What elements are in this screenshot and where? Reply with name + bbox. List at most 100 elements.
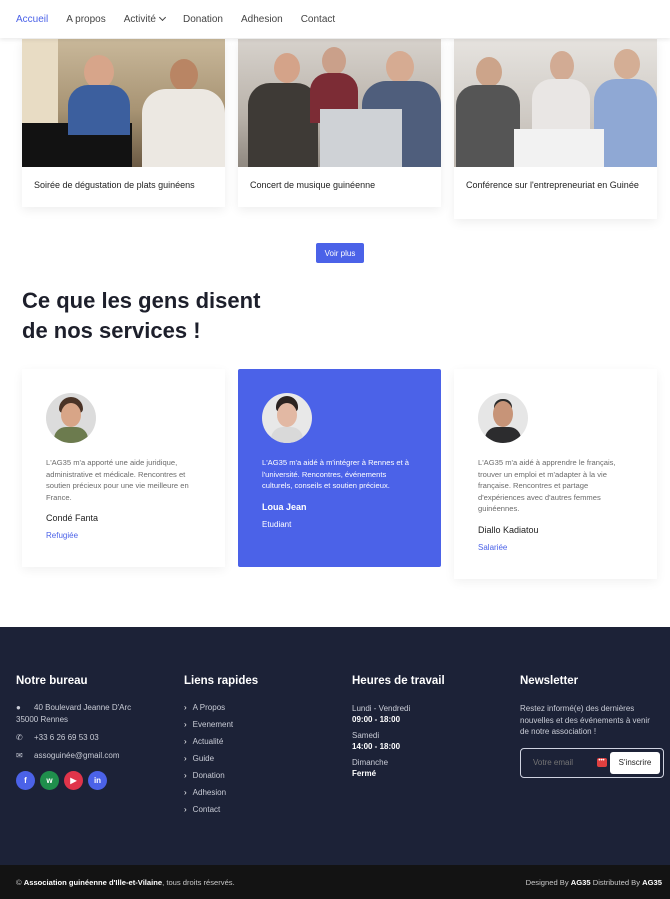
event-card[interactable]: Soirée de dégustation de plats guinéens	[22, 39, 225, 207]
avatar	[262, 393, 312, 443]
footer-link[interactable]: › Evenement	[184, 720, 258, 729]
phone-icon: ✆	[16, 733, 23, 742]
bottom-bar: © Association guinéenne d'Ille-et-Vilain…	[0, 865, 670, 899]
credits: Designed By AG35 Distributed By AG35	[526, 878, 662, 887]
copyright-symbol: ©	[16, 877, 22, 887]
envelope-icon: ✉	[16, 751, 23, 760]
newsletter-form: ••• S'inscrire	[520, 747, 664, 778]
footer-link[interactable]: › Contact	[184, 805, 258, 814]
chevron-right-icon: ›	[184, 788, 187, 797]
footer: Notre bureau ● 40 Boulevard Jeanne D'Arc…	[0, 627, 670, 865]
footer-office: Notre bureau ● 40 Boulevard Jeanne D'Arc…	[16, 675, 131, 790]
whatsapp-icon[interactable]: w	[40, 771, 59, 790]
nav-accueil[interactable]: Accueil	[16, 14, 48, 25]
avatar	[478, 393, 528, 443]
address-row: ● 40 Boulevard Jeanne D'Arc	[16, 703, 131, 713]
chevron-right-icon: ›	[184, 754, 187, 763]
footer-hours: Heures de travail Lundi - Vendredi 09:00…	[352, 675, 445, 784]
testimonial-role: Salariée	[478, 542, 508, 552]
designed-by-label: Designed By	[525, 877, 569, 887]
newsletter-email-input[interactable]	[533, 758, 593, 767]
event-title: Conférence sur l'entrepreneuriat en Guin…	[466, 180, 639, 190]
footer-hours-title: Heures de travail	[352, 675, 445, 687]
testimonial-text: L'AG35 m'a apporté une aide juridique, a…	[46, 458, 189, 502]
chevron-right-icon: ›	[184, 703, 187, 712]
footer-link[interactable]: › Adhesion	[184, 788, 258, 797]
testimonial-name: Condé Fanta	[46, 513, 99, 523]
footer-link-label: Guide	[192, 754, 215, 763]
hours-label: Dimanche	[352, 758, 389, 767]
testimonial-role: Refugiée	[46, 531, 79, 540]
event-title: Concert de musique guinéenne	[250, 180, 376, 190]
event-photo	[454, 39, 657, 167]
hours-value: Fermé	[352, 769, 377, 778]
nav-a-propos[interactable]: A propos	[66, 14, 105, 25]
chevron-right-icon: ›	[184, 720, 187, 729]
hours-value: 09:00 - 18:00	[352, 715, 401, 724]
nav-contact[interactable]: Contact	[301, 14, 335, 25]
footer-link[interactable]: › A Propos	[184, 703, 258, 712]
map-marker-icon: ●	[16, 703, 21, 712]
footer-link-label: Evenement	[192, 720, 234, 729]
footer-links: Liens rapides › A Propos › Evenement › Actu…	[184, 675, 258, 822]
footer-link-label: Actualité	[192, 737, 224, 746]
testimonial-name: Diallo Kadiatou	[478, 524, 539, 535]
designer-link[interactable]: AG35	[571, 878, 591, 887]
org-link[interactable]: Association guinéenne d'Ille-et-Vilaine	[24, 878, 162, 887]
address-line1: 40 Boulevard Jeanne D'Arc	[34, 703, 132, 712]
email-address: assoguinée@gmail.com	[34, 751, 120, 760]
testimonials-heading-line2: de nos services !	[22, 318, 201, 343]
testimonial-card-highlighted: L'AG35 m'a aidé à m'intégrer à Rennes et…	[238, 369, 441, 567]
nav-activite[interactable]: Activité	[123, 13, 167, 25]
password-manager-icon[interactable]: •••	[596, 758, 607, 767]
testimonial-text: L'AG35 m'a aidé à m'intégrer à Rennes et…	[262, 458, 410, 490]
youtube-icon[interactable]: ▶	[64, 771, 83, 790]
email-row: ✉ assoguinée@gmail.com	[16, 751, 131, 761]
event-photo	[238, 39, 441, 167]
footer-office-title: Notre bureau	[16, 675, 88, 687]
copyright: © Association guinéenne d'Ille-et-Vilain…	[16, 878, 235, 887]
hours-value: 14:00 - 18:00	[352, 742, 401, 751]
chevron-down-icon	[158, 13, 167, 22]
subscribe-button[interactable]: S'inscrire	[610, 751, 660, 774]
footer-link[interactable]: › Donation	[184, 771, 258, 780]
footer-links-title: Liens rapides	[184, 675, 259, 687]
footer-newsletter: Newsletter Restez informé(e) des dernièr…	[520, 675, 664, 778]
voir-plus-button[interactable]: Voir plus	[316, 243, 364, 263]
phone-row: ✆ +33 6 26 69 53 03	[16, 733, 131, 743]
newsletter-text: Restez informé(e) des dernières nouvelle…	[520, 704, 650, 736]
footer-link[interactable]: › Actualité	[184, 737, 258, 746]
footer-link-label: A Propos	[192, 703, 226, 712]
phone-number: +33 6 26 69 53 03	[34, 733, 99, 742]
distributor-link[interactable]: AG35	[642, 878, 662, 887]
footer-link-label: Donation	[192, 771, 225, 780]
copyright-suffix: , tous droits réservés.	[162, 877, 235, 887]
event-title: Soirée de dégustation de plats guinéens	[34, 180, 195, 190]
testimonial-card: L'AG35 m'a apporté une aide juridique, a…	[22, 369, 225, 567]
address-line2: 35000 Rennes	[16, 715, 69, 724]
top-navbar: Accueil A propos Activité Donation Adhes…	[0, 0, 670, 38]
footer-link-label: Contact	[192, 805, 221, 814]
hours-label: Samedi	[352, 731, 380, 740]
testimonial-text: L'AG35 m'a aidé à apprendre le français,…	[478, 458, 616, 513]
event-card[interactable]: Conférence sur l'entrepreneuriat en Guin…	[454, 39, 657, 219]
linkedin-icon[interactable]: in	[88, 771, 107, 790]
event-card[interactable]: Concert de musique guinéenne	[238, 39, 441, 207]
testimonials-heading: Ce que les gens disent de nos services !	[22, 286, 322, 346]
nav-activite-label: Activité	[123, 13, 156, 25]
testimonial-name: Loua Jean	[262, 501, 307, 512]
testimonials-heading-line1: Ce que les gens disent	[22, 288, 261, 313]
facebook-icon[interactable]: f	[16, 771, 35, 790]
nav-adhesion[interactable]: Adhesion	[241, 14, 283, 25]
testimonial-role: Etudiant	[262, 519, 292, 529]
chevron-right-icon: ›	[184, 805, 187, 814]
nav-donation[interactable]: Donation	[183, 14, 223, 25]
footer-link[interactable]: › Guide	[184, 754, 258, 763]
chevron-right-icon: ›	[184, 737, 187, 746]
social-links: f w ▶ in	[16, 771, 131, 790]
footer-link-label: Adhesion	[192, 788, 227, 797]
avatar	[46, 393, 96, 443]
address-row-2: 35000 Rennes	[16, 715, 131, 725]
distributed-by-label: Distributed By	[592, 877, 641, 887]
chevron-right-icon: ›	[184, 771, 187, 780]
